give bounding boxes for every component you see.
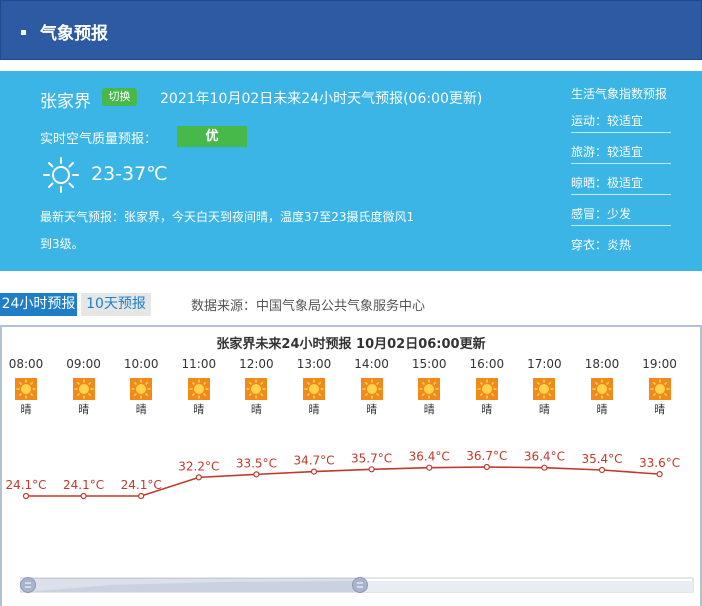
temperature-label: 33.5°C (236, 456, 277, 470)
temperature-label: 33.6°C (639, 456, 680, 470)
life-index-item: 旅游：较适宜 (571, 133, 671, 164)
hourly-forecast-chart: 张家界未来24小时预报 10月02日06:00更新 08:00 晴 09:00 晴 10… (0, 325, 702, 606)
temperature-label: 24.1°C (63, 478, 104, 492)
page-title: 气象预报 (40, 24, 108, 44)
header-bullet (21, 30, 26, 35)
temperature-label: 34.7°C (293, 454, 334, 468)
life-index-list: 生活气象指数预报 运动：较适宜 旅游：较适宜 晾晒：极适宜 感冒：少发 穿衣：炎… (571, 85, 671, 257)
temperature-label: 35.4°C (581, 452, 622, 466)
city-name: 张家界 (40, 92, 91, 112)
forecast-title: 2021年10月02日未来24小时天气预报(06:00更新) (160, 91, 483, 107)
life-index-item: 感冒：少发 (571, 195, 671, 226)
tab-10-day[interactable]: 10天预报 (81, 293, 151, 316)
chart-scrollbar[interactable] (20, 577, 694, 593)
temperature-label: 32.2°C (178, 459, 219, 473)
page-header: 气象预报 (0, 0, 702, 60)
life-index-item: 穿衣：炎热 (571, 238, 632, 252)
air-quality-label: 实时空气质量预报： (40, 132, 158, 147)
temperature-point[interactable] (310, 468, 318, 475)
temperature-point[interactable] (426, 464, 433, 471)
tab-24-hour[interactable]: 24小时预报 (0, 293, 77, 316)
temperature-point[interactable] (195, 474, 202, 481)
scrollbar-right-handle[interactable] (352, 577, 368, 593)
temperature-point[interactable] (22, 492, 30, 500)
scrollbar-selection[interactable] (28, 578, 360, 592)
temperature-point[interactable] (253, 471, 260, 478)
current-weather-panel: 张家界 切换 2021年10月02日未来24小时天气预报(06:00更新) 实时… (0, 71, 702, 271)
temperature-label: 36.4°C (524, 450, 565, 464)
sun-icon (43, 157, 79, 193)
temperature-point[interactable] (368, 466, 375, 473)
temperature-label: 36.4°C (409, 450, 450, 464)
temperature-point[interactable] (80, 492, 87, 500)
temperature-label: 35.7°C (351, 451, 392, 465)
temperature-point[interactable] (656, 471, 663, 478)
temperature-point[interactable] (138, 492, 145, 500)
temperature-point[interactable] (541, 464, 548, 471)
life-index-item: 晾晒：极适宜 (571, 164, 671, 195)
temperature-label: 24.1°C (5, 478, 46, 492)
air-quality-badge: 优 (177, 126, 247, 147)
temperature-range: 23-37℃ (91, 163, 168, 185)
data-source: 数据来源：中国气象局公共气象服务中心 (191, 299, 426, 314)
latest-forecast-text: 最新天气预报：张家界，今天白天到夜间晴，温度37至23摄氏度微风1到3级。 (40, 210, 415, 251)
temperature-label: 24.1°C (121, 478, 162, 492)
temperature-point[interactable] (598, 466, 606, 474)
life-index-item: 运动：较适宜 (571, 102, 671, 133)
temperature-label: 36.7°C (466, 449, 507, 463)
temperature-point[interactable] (483, 463, 490, 471)
temperature-line-chart: 24.1°C 24.1°C 24.1°C 32.2°C 33.5°C 34.7°C 35.7… (5, 449, 680, 500)
scrollbar-left-handle[interactable] (20, 577, 36, 593)
life-index-title: 生活气象指数预报 (571, 87, 668, 101)
switch-city-button[interactable]: 切换 (102, 88, 137, 106)
